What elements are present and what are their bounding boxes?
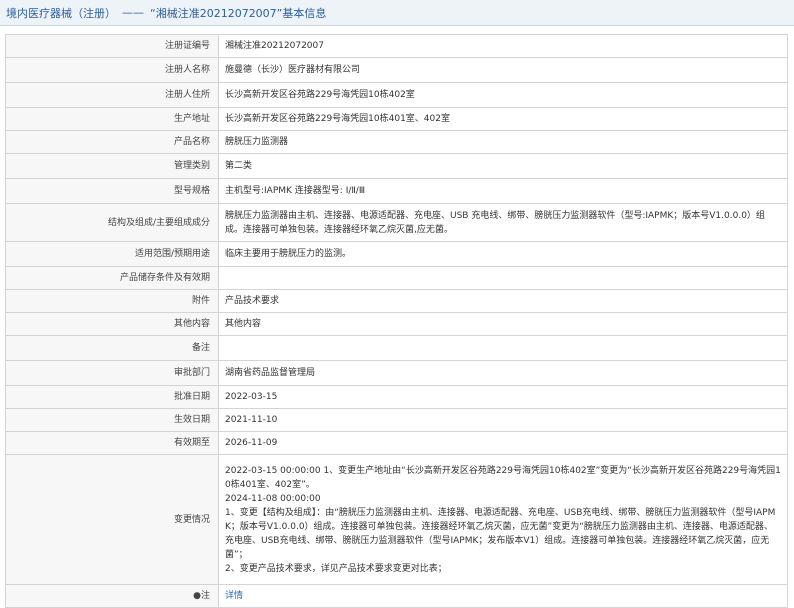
- page-title: “湘械注准20212072007”基本信息: [150, 6, 327, 20]
- row-label: 注册人住所: [5, 82, 219, 108]
- row-value: 施曼德（长沙）医疗器材有限公司: [218, 57, 788, 83]
- table-row-approval-date: 批准日期 2022-03-15: [5, 385, 788, 409]
- row-label: 生产地址: [5, 107, 219, 131]
- row-label: 备注: [5, 335, 219, 361]
- info-table: 注册证编号 湘械注准20212072007 注册人名称 施曼德（长沙）医疗器材有…: [5, 34, 788, 608]
- table-row-changes: 变更情况 2022-03-15 00:00:00 1、变更生产地址由“长沙高新开…: [5, 454, 788, 585]
- note-bullet-icon: ●: [193, 591, 201, 601]
- title-separator: ——: [122, 6, 144, 19]
- row-value: 2026-11-09: [218, 431, 788, 455]
- section-title: 境内医疗器械（注册）: [6, 6, 116, 20]
- table-row-model-spec: 型号规格 主机型号:IAPMK 连接器型号: Ⅰ/Ⅱ/Ⅲ: [5, 178, 788, 204]
- table-row-approval-dept: 审批部门 湖南省药品监督管理局: [5, 360, 788, 386]
- table-row-intended-use: 适用范围/预期用途 临床主要用于膀胱压力的监测。: [5, 241, 788, 267]
- row-value: 第二类: [218, 153, 788, 179]
- row-label: 注册证编号: [5, 34, 219, 58]
- row-value: 主机型号:IAPMK 连接器型号: Ⅰ/Ⅱ/Ⅲ: [218, 178, 788, 204]
- page-header: 境内医疗器械（注册） —— “湘械注准20212072007”基本信息: [0, 0, 794, 26]
- details-link[interactable]: 详情: [225, 591, 243, 601]
- row-label: 其他内容: [5, 312, 219, 336]
- table-row-effective-date: 生效日期 2021-11-10: [5, 408, 788, 432]
- table-row-other: 其他内容 其他内容: [5, 312, 788, 336]
- table-row-production-address: 生产地址 长沙高新开发区谷苑路229号海凭园10栋401室、402室: [5, 107, 788, 131]
- row-value: 湖南省药品监督管理局: [218, 360, 788, 386]
- row-label: 结构及组成/主要组成成分: [5, 203, 219, 242]
- row-value: [218, 266, 788, 290]
- row-value: 长沙高新开发区谷苑路229号海凭园10栋402室: [218, 82, 788, 108]
- row-label: 型号规格: [5, 178, 219, 204]
- table-row-valid-until: 有效期至 2026-11-09: [5, 431, 788, 455]
- row-label: 生效日期: [5, 408, 219, 432]
- row-value: 膀胱压力监测器由主机、连接器、电源适配器、充电座、USB 充电线、绑带、膀胱压力…: [218, 203, 788, 242]
- table-row-storage: 产品储存条件及有效期: [5, 266, 788, 290]
- table-row-registration-number: 注册证编号 湘械注准20212072007: [5, 34, 788, 58]
- row-value: 产品技术要求: [218, 289, 788, 313]
- row-label: 审批部门: [5, 360, 219, 386]
- row-label: 批准日期: [5, 385, 219, 409]
- table-row-registrant-name: 注册人名称 施曼德（长沙）医疗器材有限公司: [5, 57, 788, 83]
- table-row-product-name: 产品名称 膀胱压力监测器: [5, 130, 788, 154]
- info-table-container: 注册证编号 湘械注准20212072007 注册人名称 施曼德（长沙）医疗器材有…: [5, 34, 788, 608]
- row-label: 有效期至: [5, 431, 219, 455]
- row-value: 其他内容: [218, 312, 788, 336]
- row-label: 注册人名称: [5, 57, 219, 83]
- row-label: 产品名称: [5, 130, 219, 154]
- change-line: 2022-03-15 00:00:00 1、变更生产地址由“长沙高新开发区谷苑路…: [225, 465, 781, 490]
- changes-value: 2022-03-15 00:00:00 1、变更生产地址由“长沙高新开发区谷苑路…: [218, 454, 788, 585]
- change-line: 1、变更【结构及组成】：由“膀胱压力监测器由主机、连接器、电源适配器、充电座、U…: [225, 507, 776, 560]
- change-line: 2、变更产品技术要求，详见产品技术要求变更对比表；: [225, 563, 447, 574]
- row-value: [218, 335, 788, 361]
- row-value: 详情: [218, 584, 788, 608]
- note-label: 注: [200, 591, 210, 601]
- table-row-remarks: 备注: [5, 335, 788, 361]
- row-label: ●注: [5, 584, 219, 608]
- row-label: 附件: [5, 289, 219, 313]
- row-label: 变更情况: [5, 454, 219, 585]
- row-value: 2021-11-10: [218, 408, 788, 432]
- change-line: 2024-11-08 00:00:00: [225, 493, 321, 504]
- row-value: 湘械注准20212072007: [218, 34, 788, 58]
- row-value: 2022-03-15: [218, 385, 788, 409]
- table-row-attachment: 附件 产品技术要求: [5, 289, 788, 313]
- row-value: 膀胱压力监测器: [218, 130, 788, 154]
- row-label: 管理类别: [5, 153, 219, 179]
- table-row-management-class: 管理类别 第二类: [5, 153, 788, 179]
- row-value: 临床主要用于膀胱压力的监测。: [218, 241, 788, 267]
- row-label: 产品储存条件及有效期: [5, 266, 219, 290]
- table-row-note: ●注 详情: [5, 584, 788, 608]
- row-value: 长沙高新开发区谷苑路229号海凭园10栋401室、402室: [218, 107, 788, 131]
- table-row-registrant-address: 注册人住所 长沙高新开发区谷苑路229号海凭园10栋402室: [5, 82, 788, 108]
- row-label: 适用范围/预期用途: [5, 241, 219, 267]
- table-row-structure: 结构及组成/主要组成成分 膀胱压力监测器由主机、连接器、电源适配器、充电座、US…: [5, 203, 788, 242]
